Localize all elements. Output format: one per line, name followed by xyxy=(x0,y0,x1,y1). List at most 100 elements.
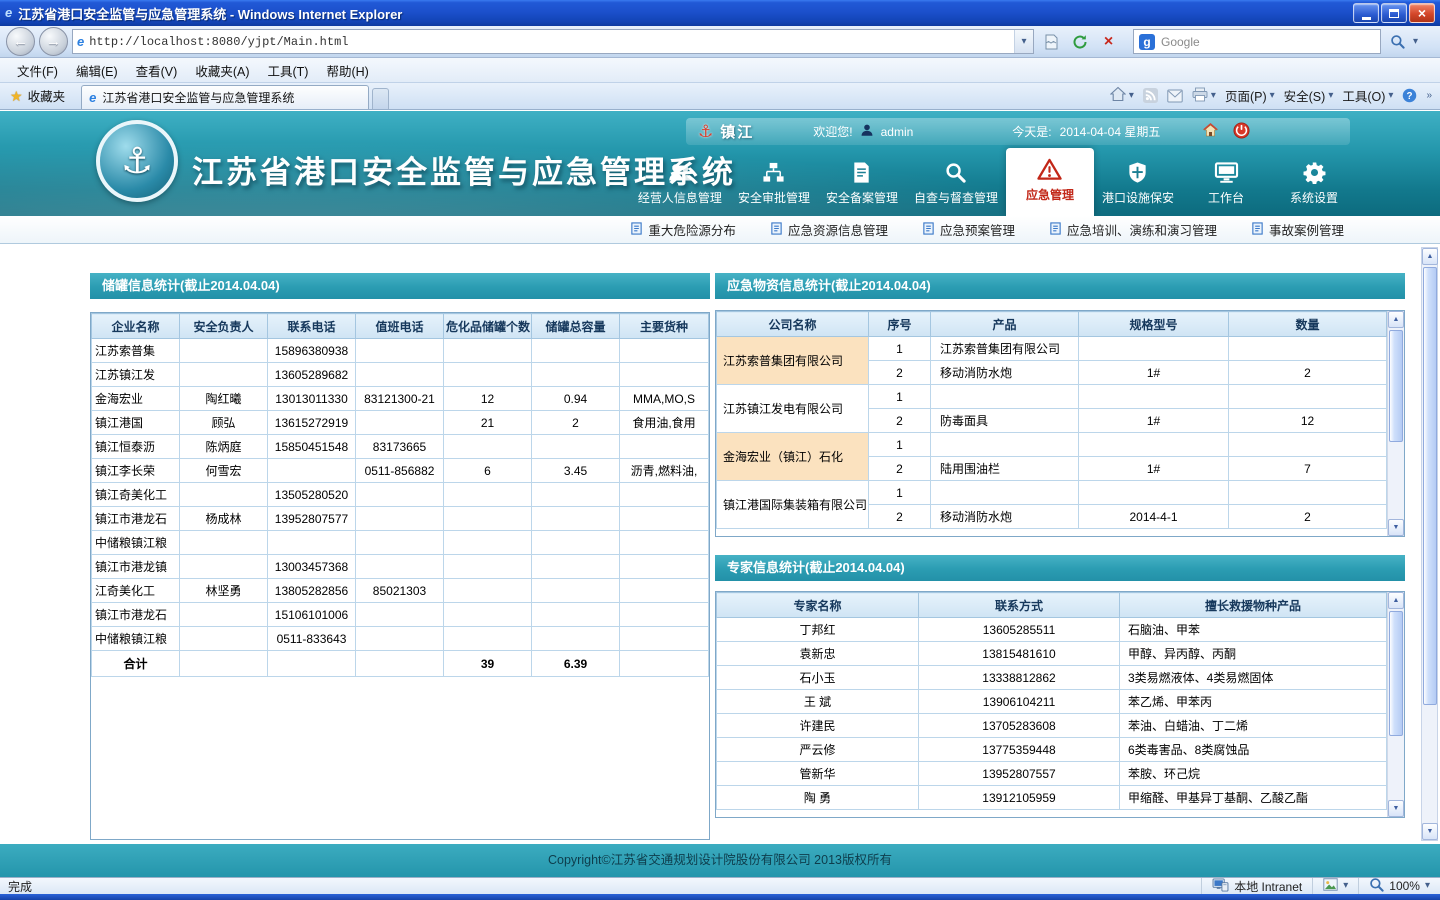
feeds-button[interactable] xyxy=(1143,88,1158,103)
scroll-thumb[interactable] xyxy=(1389,330,1403,442)
print-button[interactable]: ▾ xyxy=(1192,87,1216,105)
home-button[interactable]: ▾ xyxy=(1110,86,1134,105)
search-dropdown[interactable]: ▾ xyxy=(1413,37,1418,47)
submenu-item[interactable]: 重大危险源分布 xyxy=(630,220,736,239)
tab-current[interactable]: e 江苏省港口安全监管与应急管理系统 xyxy=(81,85,369,109)
search-button[interactable] xyxy=(1385,29,1409,54)
supplies-table-row[interactable]: 镇江港国际集装箱有限公司1 xyxy=(717,481,1387,505)
zoom-dropdown[interactable]: ▾ xyxy=(1425,881,1430,891)
menu-item[interactable]: 工具(T) xyxy=(258,58,317,82)
zoom-control[interactable]: 100% ▾ xyxy=(1358,878,1440,894)
scroll-up-button[interactable]: ▲ xyxy=(1388,311,1404,328)
logout-icon[interactable] xyxy=(1233,122,1250,142)
experts-table-row[interactable]: 许建民13705283608苯油、白蜡油、丁二烯 xyxy=(717,714,1387,738)
menu-caret-icon: ▾ xyxy=(1388,91,1393,101)
tank-table-row[interactable]: 中储粮镇江粮0511-833643 xyxy=(92,627,709,651)
command-menu-item[interactable]: 工具(O)▾ xyxy=(1342,86,1393,105)
cell xyxy=(180,603,268,627)
status-text: 完成 xyxy=(8,878,1201,895)
menu-item[interactable]: 收藏夹(A) xyxy=(186,58,258,82)
tank-table-row[interactable]: 江苏镇江发13605289682 xyxy=(92,363,709,387)
nav-item[interactable]: 港口设施保安 xyxy=(1094,154,1182,216)
cell: MMA,MO,S xyxy=(620,387,709,411)
scroll-thumb[interactable] xyxy=(1389,611,1403,736)
maximize-button[interactable] xyxy=(1381,3,1407,23)
help-button[interactable]: ? xyxy=(1402,88,1417,103)
mail-button[interactable] xyxy=(1167,89,1183,103)
cell xyxy=(532,507,620,531)
experts-table-row[interactable]: 袁新忠13815481610甲醇、异丙醇、丙酮 xyxy=(717,642,1387,666)
experts-table-row[interactable]: 王 斌13906104211苯乙烯、甲苯丙 xyxy=(717,690,1387,714)
tank-table-row[interactable]: 中储粮镇江粮 xyxy=(92,531,709,555)
minimize-button[interactable] xyxy=(1353,3,1379,23)
url-text[interactable]: http://localhost:8080/yjpt/Main.html xyxy=(89,35,1009,49)
zoom-level[interactable]: 100% xyxy=(1389,879,1420,893)
scroll-up-button[interactable]: ▲ xyxy=(1388,592,1404,609)
search-box[interactable]: g Google xyxy=(1133,29,1381,54)
nav-item[interactable]: 系统设置 xyxy=(1270,154,1358,216)
address-dropdown[interactable]: ▾ xyxy=(1014,30,1033,53)
experts-table-row[interactable]: 石小玉133388128623类易燃液体、4类易燃固体 xyxy=(717,666,1387,690)
tank-table-row[interactable]: 镇江市港龙镇13003457368 xyxy=(92,555,709,579)
supplies-table-row[interactable]: 江苏镇江发电有限公司1 xyxy=(717,385,1387,409)
scroll-thumb[interactable] xyxy=(1423,267,1437,705)
tank-table-row[interactable]: 镇江港国顾弘13615272919212食用油,食用 xyxy=(92,411,709,435)
submenu-item[interactable]: 应急资源信息管理 xyxy=(770,220,888,239)
command-menu-item[interactable]: 安全(S)▾ xyxy=(1284,86,1334,105)
refresh-button[interactable] xyxy=(1067,29,1092,54)
tank-table-row[interactable]: 镇江恒泰沥陈炳庭1585045154883173665 xyxy=(92,435,709,459)
search-placeholder[interactable]: Google xyxy=(1161,35,1200,49)
protected-mode-group[interactable]: ▾ xyxy=(1312,878,1358,894)
nav-item[interactable]: 自查与督查管理 xyxy=(906,154,1006,216)
close-button[interactable]: × xyxy=(1409,3,1435,23)
tank-table-row[interactable]: 江苏索普集15896380938 xyxy=(92,339,709,363)
experts-table-row[interactable]: 严云修137753594486类毒害品、8类腐蚀品 xyxy=(717,738,1387,762)
menu-item[interactable]: 编辑(E) xyxy=(67,58,127,82)
forward-button[interactable]: → xyxy=(39,27,68,56)
scroll-up-button[interactable]: ▲ xyxy=(1422,248,1438,265)
scroll-down-button[interactable]: ▼ xyxy=(1388,800,1404,817)
menu-item[interactable]: 帮助(H) xyxy=(317,58,377,82)
experts-scrollbar[interactable]: ▲ ▼ xyxy=(1387,592,1404,817)
experts-table-row[interactable]: 丁邦红13605285511石脑油、甲苯 xyxy=(717,618,1387,642)
supplies-table-row[interactable]: 金海宏业（镇江）石化1 xyxy=(717,433,1387,457)
favorites-label: 收藏夹 xyxy=(28,86,66,105)
tank-table-row[interactable]: 江奇美化工林坚勇1380528285685021303 xyxy=(92,579,709,603)
scroll-down-button[interactable]: ▼ xyxy=(1388,519,1404,536)
print-dropdown[interactable]: ▾ xyxy=(1211,91,1216,101)
page-scrollbar[interactable]: ▲ ▼ xyxy=(1421,247,1438,841)
nav-item[interactable]: 安全备案管理 xyxy=(818,154,906,216)
tank-table-row[interactable]: 镇江奇美化工13505280520 xyxy=(92,483,709,507)
nav-item[interactable]: 应急管理 xyxy=(1006,148,1094,216)
tank-table-row[interactable]: 镇江市港龙石15106101006 xyxy=(92,603,709,627)
submenu-item[interactable]: 应急预案管理 xyxy=(922,220,1015,239)
command-menu-item[interactable]: 页面(P)▾ xyxy=(1225,86,1275,105)
menu-item[interactable]: 查看(V) xyxy=(127,58,187,82)
nav-item[interactable]: 工作台 xyxy=(1182,154,1270,216)
stop-button[interactable]: × xyxy=(1096,29,1121,54)
back-button[interactable]: ← xyxy=(6,27,35,56)
supplies-scrollbar[interactable]: ▲ ▼ xyxy=(1387,311,1404,536)
menu-item[interactable]: 文件(F) xyxy=(8,58,67,82)
favorites-button[interactable]: ★ 收藏夹 xyxy=(6,86,73,109)
submenu-item[interactable]: 应急培训、演练和演习管理 xyxy=(1049,220,1217,239)
new-tab-button[interactable] xyxy=(372,88,389,109)
tank-table-row[interactable]: 镇江李长荣何雪宏0511-85688263.45沥青,燃料油, xyxy=(92,459,709,483)
compatibility-view-button[interactable] xyxy=(1038,29,1063,54)
overflow-chevron[interactable]: » xyxy=(1426,91,1432,101)
supplies-table-row[interactable]: 江苏索普集团有限公司1江苏索普集团有限公司 xyxy=(717,337,1387,361)
column-header: 联系电话 xyxy=(268,314,356,339)
portal-home-icon[interactable] xyxy=(1202,122,1219,141)
experts-table-row[interactable]: 陶 勇13912105959甲缩醛、甲基异丁基酮、乙酸乙酯 xyxy=(717,786,1387,810)
home-dropdown[interactable]: ▾ xyxy=(1129,91,1134,101)
tank-table-row[interactable]: 金海宏业陶红曦1301301133083121300-21120.94MMA,M… xyxy=(92,387,709,411)
submenu-item[interactable]: 事故案例管理 xyxy=(1251,220,1344,239)
experts-table-row[interactable]: 管新华13952807557苯胺、环己烷 xyxy=(717,762,1387,786)
nav-item[interactable]: 经营人信息管理 xyxy=(630,154,730,216)
scroll-down-button[interactable]: ▼ xyxy=(1422,823,1438,840)
address-field[interactable]: e http://localhost:8080/yjpt/Main.html ▾ xyxy=(72,29,1034,54)
protected-dropdown[interactable]: ▾ xyxy=(1343,881,1348,891)
tank-table-row[interactable]: 镇江市港龙石杨成林13952807577 xyxy=(92,507,709,531)
cell: 1 xyxy=(869,337,931,361)
nav-item[interactable]: 安全审批管理 xyxy=(730,154,818,216)
